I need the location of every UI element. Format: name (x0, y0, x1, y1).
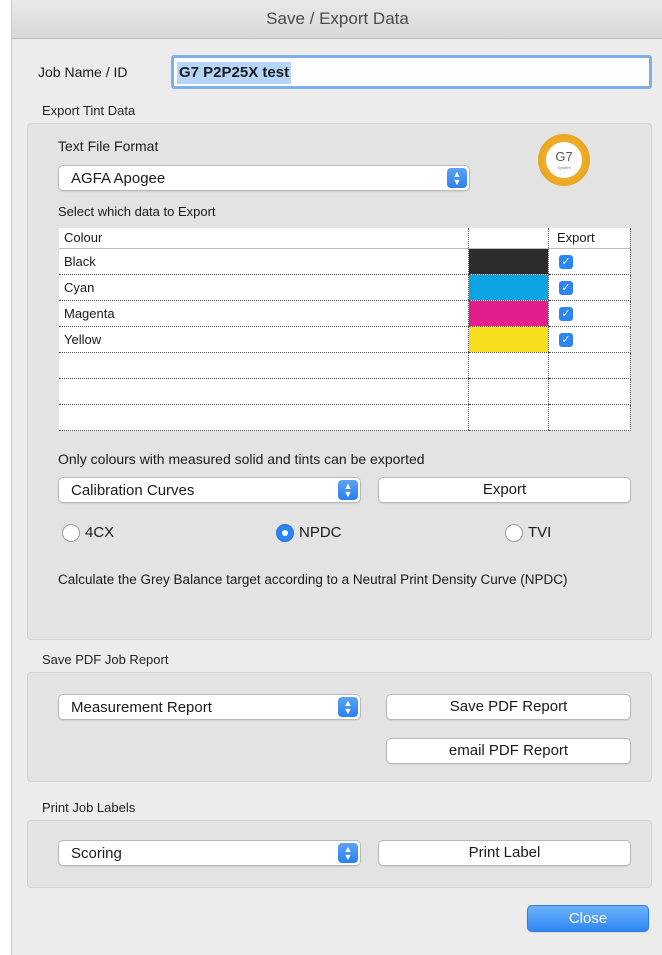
colour-swatch-black (469, 248, 549, 274)
pdf-report-group: Measurement Report ▲ ▼ Save PDF Report em… (27, 672, 652, 782)
export-checkbox-cyan[interactable]: ✓ (559, 280, 574, 295)
colour-export-table: Colour Export Black ✓ Cyan ✓ Magenta ✓ Y… (59, 228, 631, 431)
column-header-colour: Colour (59, 228, 469, 249)
table-row[interactable]: Magenta ✓ (59, 300, 631, 327)
save-export-window: Save / Export Data Job Name / ID G7 P2P2… (11, 0, 662, 955)
empty-table-row (59, 378, 631, 405)
export-cell: ✓ (548, 300, 631, 327)
radio-tvi[interactable] (505, 524, 523, 542)
select-data-label: Select which data to Export (58, 204, 216, 219)
report-type-popup[interactable]: Measurement Report ▲ ▼ (58, 694, 361, 720)
swatch-cell (468, 300, 549, 327)
label-type-popup[interactable]: Scoring ▲ ▼ (58, 840, 361, 866)
print-labels-section-title: Print Job Labels (42, 800, 136, 815)
curve-type-value: Calibration Curves (71, 482, 195, 499)
job-name-field[interactable]: G7 P2P25X test (171, 55, 652, 89)
pdf-report-section-title: Save PDF Job Report (42, 652, 169, 667)
email-pdf-report-button[interactable]: email PDF Report (386, 738, 631, 764)
text-file-format-label: Text File Format (58, 138, 159, 154)
radio-tvi-label: TVI (528, 524, 552, 541)
export-cell: ✓ (548, 248, 631, 275)
colour-name: Magenta (59, 300, 469, 327)
radio-4cx-label: 4CX (85, 524, 115, 541)
export-checkbox-magenta[interactable]: ✓ (559, 306, 574, 321)
empty-table-row (59, 404, 631, 431)
print-label-button[interactable]: Print Label (378, 840, 631, 866)
export-tint-section-title: Export Tint Data (42, 103, 136, 118)
colour-name: Cyan (59, 274, 469, 301)
column-header-swatch (468, 228, 549, 249)
g7-badge-inner: G7 System (546, 142, 582, 178)
g7-certified-badge: G7 System (538, 134, 590, 186)
text-file-format-value: AGFA Apogee (71, 170, 166, 187)
job-name-label: Job Name / ID (38, 64, 128, 80)
radio-npdc[interactable] (276, 524, 294, 542)
export-checkbox-yellow[interactable]: ✓ (559, 332, 574, 347)
popup-chevron-icon: ▲ ▼ (338, 843, 358, 863)
report-type-value: Measurement Report (71, 699, 212, 716)
colour-name: Yellow (59, 326, 469, 353)
radio-4cx[interactable] (62, 524, 80, 542)
radio-npdc-label: NPDC (299, 524, 342, 541)
export-cell: ✓ (548, 274, 631, 301)
swatch-cell (468, 326, 549, 353)
g7-badge-text: G7 (555, 149, 573, 164)
export-checkbox-black[interactable]: ✓ (559, 254, 574, 269)
job-name-value: G7 P2P25X test (177, 62, 292, 84)
empty-table-row (59, 352, 631, 379)
export-cell: ✓ (548, 326, 631, 353)
column-header-export: Export (548, 228, 631, 249)
close-button[interactable]: Close (527, 905, 649, 932)
table-row[interactable]: Cyan ✓ (59, 274, 631, 301)
export-tint-group: Text File Format AGFA Apogee ▲ ▼ G7 Syste… (27, 123, 652, 640)
popup-chevron-icon: ▲ ▼ (338, 697, 358, 717)
save-pdf-report-button[interactable]: Save PDF Report (386, 694, 631, 720)
colour-swatch-magenta (469, 300, 549, 326)
export-button[interactable]: Export (378, 477, 631, 503)
colour-swatch-yellow (469, 326, 549, 352)
label-type-value: Scoring (71, 845, 122, 862)
colour-swatch-cyan (469, 274, 549, 300)
swatch-cell (468, 248, 549, 275)
popup-chevron-icon: ▲ ▼ (447, 168, 467, 188)
colour-name: Black (59, 248, 469, 275)
print-labels-group: Scoring ▲ ▼ Print Label (27, 820, 652, 888)
export-note: Only colours with measured solid and tin… (58, 451, 425, 467)
text-file-format-popup[interactable]: AGFA Apogee ▲ ▼ (58, 165, 470, 191)
popup-chevron-icon: ▲ ▼ (338, 480, 358, 500)
npdc-description: Calculate the Grey Balance target accord… (58, 572, 568, 587)
table-row[interactable]: Yellow ✓ (59, 326, 631, 353)
swatch-cell (468, 274, 549, 301)
curve-type-popup[interactable]: Calibration Curves ▲ ▼ (58, 477, 361, 503)
table-header-row: Colour Export (59, 228, 631, 249)
g7-badge-subtext: System (557, 165, 571, 170)
table-row[interactable]: Black ✓ (59, 248, 631, 275)
window-title: Save / Export Data (12, 0, 662, 39)
